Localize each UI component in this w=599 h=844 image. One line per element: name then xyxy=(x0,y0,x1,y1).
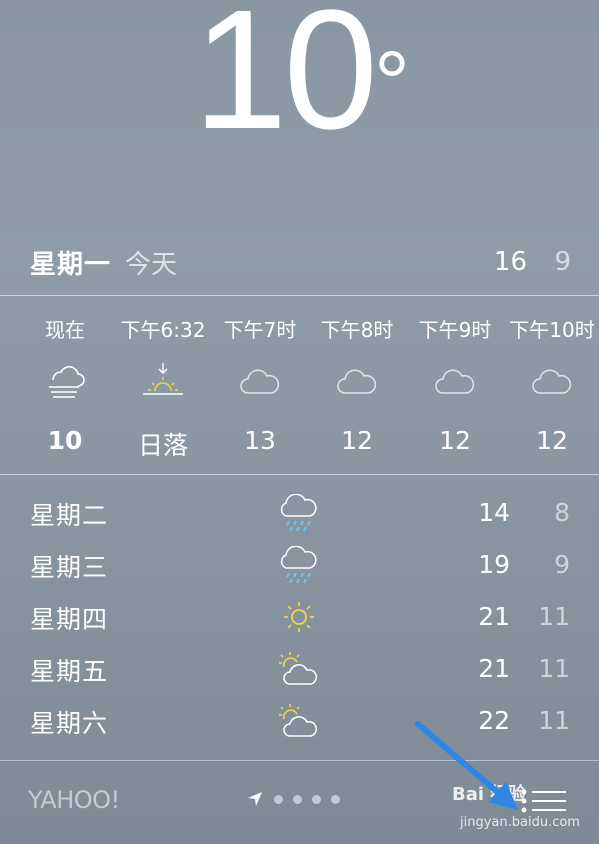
annotation-arrow-icon xyxy=(415,721,518,810)
current-temperature: 10° xyxy=(192,0,410,165)
rain-cloud-icon xyxy=(280,546,317,584)
daily-row: 星期三 19 9 xyxy=(0,540,599,592)
yahoo-logo[interactable]: YAHOO! xyxy=(28,786,120,814)
hour-temp: 12 xyxy=(439,426,471,455)
hour-temp: 13 xyxy=(244,426,276,455)
hour-time: 下午7时 xyxy=(223,318,297,342)
hour-time: 下午8时 xyxy=(320,318,394,342)
page-dot xyxy=(312,794,321,804)
daily-row: 星期五 21 11 xyxy=(0,644,599,696)
day-high: 19 xyxy=(478,550,510,579)
page-dot xyxy=(331,794,340,804)
day-high: 14 xyxy=(478,498,510,527)
day-low: 8 xyxy=(554,498,570,527)
day-name: 星期二 xyxy=(30,501,109,530)
baidu-watermark-url: jingyan.baidu.com xyxy=(460,815,580,830)
day-high: 21 xyxy=(478,602,510,631)
sunset-icon xyxy=(143,363,183,395)
hour-temp: 10 xyxy=(47,426,83,455)
page-indicator[interactable] xyxy=(246,790,340,808)
cloud-icon xyxy=(240,369,280,394)
today-low: 9 xyxy=(554,247,571,277)
day-low: 11 xyxy=(538,602,570,631)
hour-time: 现在 xyxy=(45,318,85,342)
today-label: 今天 xyxy=(125,249,178,280)
cloud-icon xyxy=(435,369,475,394)
fog-icon xyxy=(49,366,85,398)
day-name: 星期五 xyxy=(30,657,109,686)
day-name: 星期三 xyxy=(30,553,109,582)
sun-icon xyxy=(284,602,314,632)
location-arrow-icon xyxy=(248,792,262,806)
hour-time: 下午9时 xyxy=(418,318,492,342)
today-high: 16 xyxy=(493,247,527,277)
hour-time: 下午6:32 xyxy=(120,318,206,342)
divider-top xyxy=(0,295,599,296)
hourly-forecast[interactable]: 现在 10 下午6:32 日落 下午7时 13 下午8时 12 下午9时 12 … xyxy=(0,298,599,474)
page-dot xyxy=(293,794,302,804)
partly-cloudy-icon xyxy=(279,652,317,685)
day-low: 11 xyxy=(538,654,570,683)
divider-middle xyxy=(0,474,599,475)
cloud-icon xyxy=(337,369,377,394)
day-high: 21 xyxy=(478,654,510,683)
day-low: 11 xyxy=(538,706,570,735)
day-name: 星期四 xyxy=(30,605,109,634)
rain-cloud-icon xyxy=(280,494,317,532)
cloud-icon xyxy=(532,369,572,394)
page-dot xyxy=(274,794,283,804)
day-name: 星期六 xyxy=(30,709,109,738)
hour-time: 下午10时 xyxy=(509,318,595,342)
hour-temp: 12 xyxy=(341,426,373,455)
hour-temp: 日落 xyxy=(137,431,188,460)
daily-row: 星期二 14 8 xyxy=(0,488,599,540)
partly-cloudy-icon xyxy=(279,704,317,737)
today-day-name: 星期一 xyxy=(30,249,112,280)
daily-row: 星期四 21 11 xyxy=(0,592,599,644)
hour-temp: 12 xyxy=(536,426,568,455)
today-summary-row: 星期一 今天 16 9 xyxy=(30,240,571,284)
day-low: 9 xyxy=(554,550,570,579)
